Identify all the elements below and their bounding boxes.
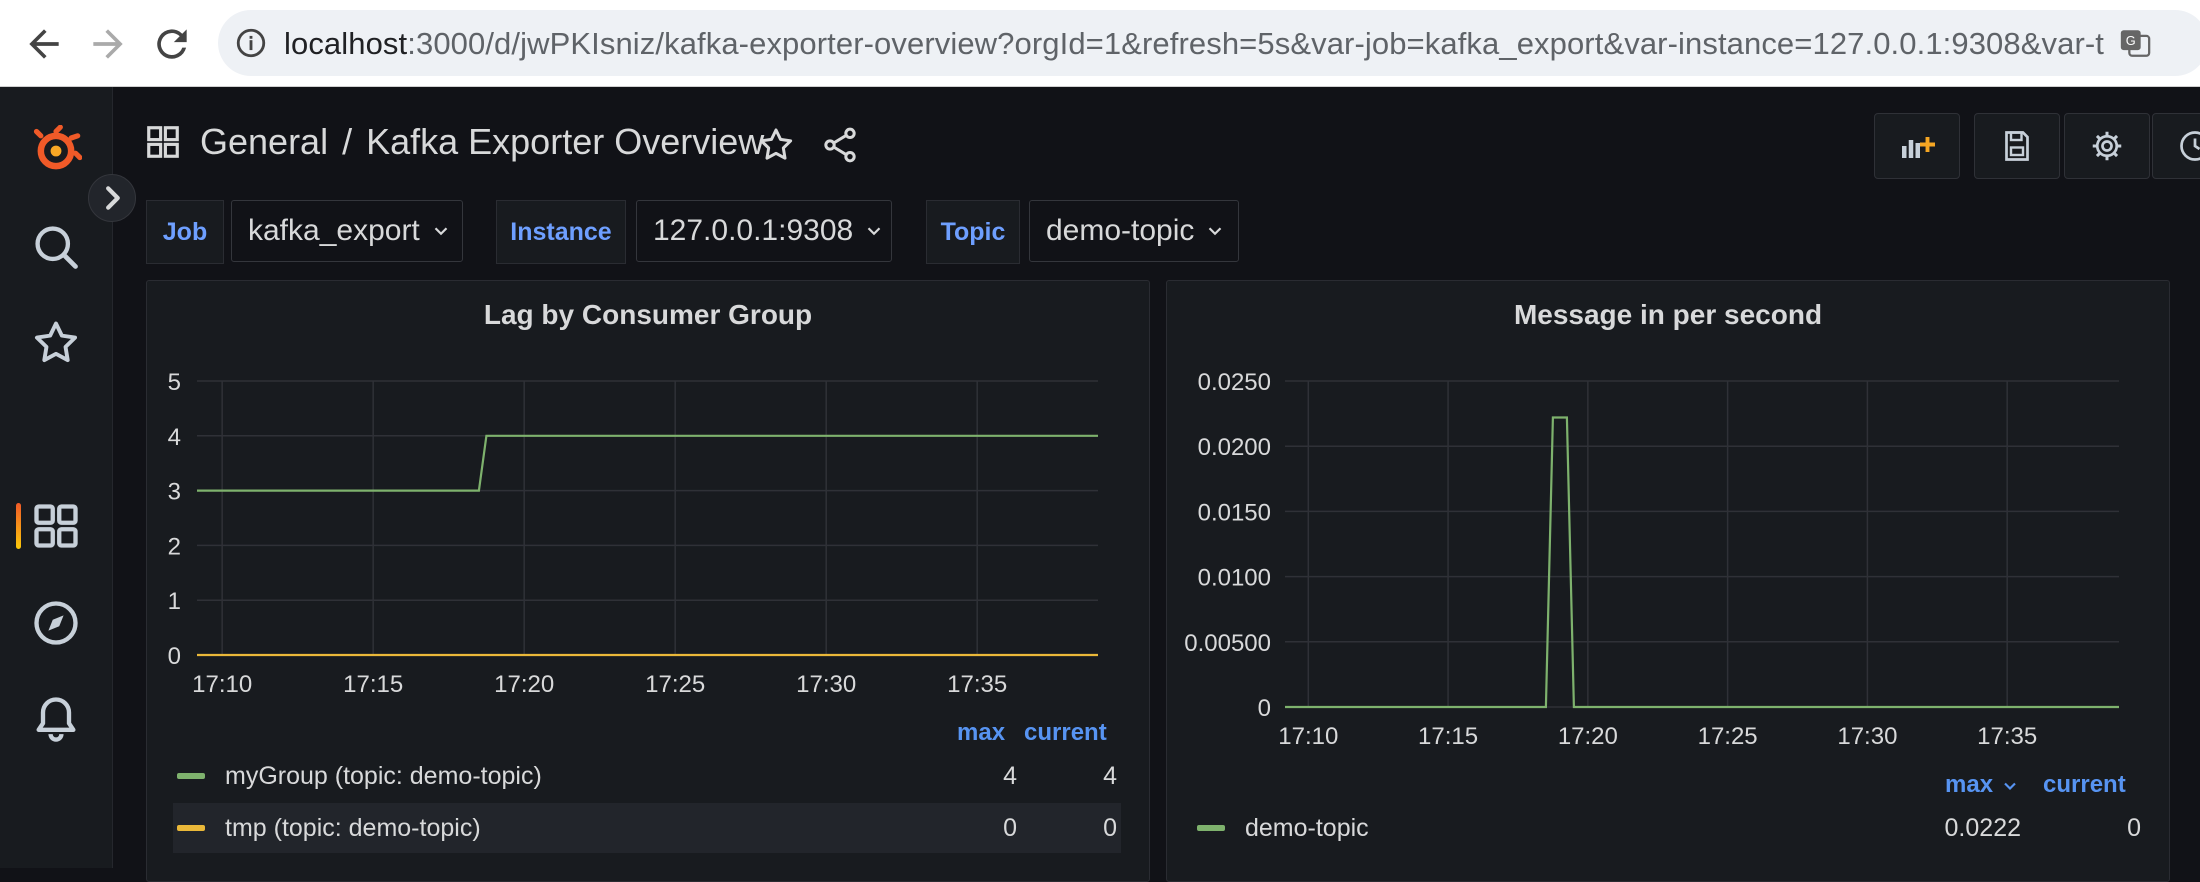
y-tick-label: 3: [168, 479, 181, 506]
share-icon[interactable]: [820, 125, 860, 165]
add-panel-icon: [1899, 128, 1935, 164]
variable-select-instance[interactable]: 127.0.0.1:9308: [636, 200, 892, 262]
legend-series-name: demo-topic: [1245, 814, 1369, 843]
x-tick-label: 17:10: [192, 671, 252, 698]
search-icon[interactable]: [30, 221, 82, 273]
starred-icon[interactable]: [30, 317, 82, 369]
explore-icon[interactable]: [30, 597, 82, 649]
breadcrumb-folder[interactable]: General: [200, 121, 328, 163]
clock-icon: [2177, 128, 2200, 164]
translate-icon[interactable]: G: [2118, 26, 2152, 60]
series-line: [1285, 418, 2119, 708]
x-tick-label: 17:30: [1837, 723, 1897, 750]
panel-lag-by-consumer-group: Lag by Consumer Group 01234517:1017:1517…: [146, 280, 1150, 882]
dashboard-title[interactable]: Kafka Exporter Overview: [366, 121, 764, 163]
sort-chevron-down-icon: [2000, 776, 2020, 796]
svg-text:G: G: [2126, 33, 2136, 48]
url-text: localhost:3000/d/jwPKIsniz/kafka-exporte…: [284, 26, 2104, 62]
x-tick-label: 17:25: [1698, 723, 1758, 750]
dashboard-grid-icon: [144, 123, 182, 161]
chevron-down-icon: [863, 220, 885, 242]
variable-value-topic: demo-topic: [1046, 214, 1194, 248]
y-tick-label: 1: [168, 588, 181, 615]
legend-item[interactable]: tmp (topic: demo-topic) 0 0: [173, 803, 1121, 853]
y-tick-label: 0.0150: [1198, 499, 1271, 526]
reload-icon[interactable]: [150, 22, 194, 66]
star-icon[interactable]: [756, 125, 796, 165]
y-tick-label: 5: [168, 369, 181, 396]
legend-current: 0: [2127, 814, 2141, 843]
panel-message-in-per-second: Message in per second 00.005000.01000.01…: [1166, 280, 2170, 882]
time-picker-button[interactable]: [2152, 113, 2200, 179]
variable-select-topic[interactable]: demo-topic: [1029, 200, 1239, 262]
back-icon[interactable]: [22, 22, 66, 66]
y-tick-label: 0.0250: [1198, 369, 1271, 396]
legend-header-max[interactable]: max: [1945, 771, 2020, 799]
legend-series-name: myGroup (topic: demo-topic): [225, 762, 542, 791]
x-tick-label: 17:10: [1278, 723, 1338, 750]
dashboard-header: General / Kafka Exporter Overview: [112, 87, 2200, 207]
x-tick-label: 17:30: [796, 671, 856, 698]
message-in-chart[interactable]: 0 0.00500 0.0100 0.0150 0.0200 0.0250 17:10 17:…: [1167, 281, 2169, 761]
add-panel-button[interactable]: [1874, 113, 1960, 179]
legend-item[interactable]: myGroup (topic: demo-topic) 4 4: [173, 751, 1121, 801]
series-line: [197, 436, 1098, 491]
legend-item[interactable]: demo-topic 0.0222 0: [1193, 803, 2145, 853]
x-tick-label: 17:20: [1558, 723, 1618, 750]
grafana-logo-icon[interactable]: [30, 125, 82, 177]
save-icon: [1999, 128, 2035, 164]
legend-series-name: tmp (topic: demo-topic): [225, 814, 481, 843]
address-bar[interactable]: localhost:3000/d/jwPKIsniz/kafka-exporte…: [218, 10, 2200, 76]
lag-chart[interactable]: 0 1 2 3 4 5 17:10 17:15 17:20 17:25 17:30 17:35: [147, 281, 1149, 721]
legend-swatch: [177, 825, 205, 831]
y-tick-label: 0.0200: [1198, 434, 1271, 461]
y-tick-label: 0.00500: [1184, 630, 1271, 657]
legend-current: 4: [1103, 762, 1117, 791]
y-tick-label: 0: [168, 643, 181, 670]
dashboards-icon[interactable]: [30, 500, 82, 552]
chevron-down-icon: [1204, 220, 1226, 242]
y-tick-label: 2: [168, 533, 181, 560]
x-tick-label: 17:35: [1977, 723, 2037, 750]
x-tick-label: 17:35: [947, 671, 1007, 698]
active-nav-marker: [16, 503, 21, 549]
legend-header-current[interactable]: current: [1024, 719, 1107, 747]
x-tick-label: 17:20: [494, 671, 554, 698]
y-tick-label: 0.0100: [1198, 565, 1271, 592]
x-tick-label: 17:15: [343, 671, 403, 698]
save-dashboard-button[interactable]: [1974, 113, 2060, 179]
y-tick-label: 0: [1258, 695, 1271, 722]
legend-header-max[interactable]: max: [957, 719, 1005, 747]
breadcrumb-separator: /: [342, 121, 352, 163]
legend-swatch: [177, 773, 205, 779]
y-tick-label: 4: [168, 424, 181, 451]
alerting-bell-icon[interactable]: [30, 693, 82, 745]
variable-value-instance: 127.0.0.1:9308: [653, 214, 853, 248]
browser-toolbar: localhost:3000/d/jwPKIsniz/kafka-exporte…: [0, 0, 2200, 87]
variable-label-job: Job: [146, 200, 224, 264]
variable-value-job: kafka_export: [248, 214, 420, 248]
x-tick-label: 17:25: [645, 671, 705, 698]
legend-max: 0: [1003, 814, 1017, 843]
legend-header-current[interactable]: current: [2043, 771, 2126, 799]
variable-label-instance: Instance: [496, 200, 626, 264]
info-icon[interactable]: [234, 26, 268, 60]
gear-icon: [2089, 128, 2125, 164]
legend-max: 4: [1003, 762, 1017, 791]
legend-current: 0: [1103, 814, 1117, 843]
legend-max: 0.0222: [1945, 814, 2021, 843]
breadcrumb: General / Kafka Exporter Overview: [144, 121, 764, 163]
variable-label-topic: Topic: [926, 200, 1020, 264]
variable-select-job[interactable]: kafka_export: [231, 200, 463, 262]
chevron-down-icon: [430, 220, 452, 242]
legend-swatch: [1197, 825, 1225, 831]
forward-icon[interactable]: [86, 22, 130, 66]
dashboard-settings-button[interactable]: [2064, 113, 2150, 179]
x-tick-label: 17:15: [1418, 723, 1478, 750]
